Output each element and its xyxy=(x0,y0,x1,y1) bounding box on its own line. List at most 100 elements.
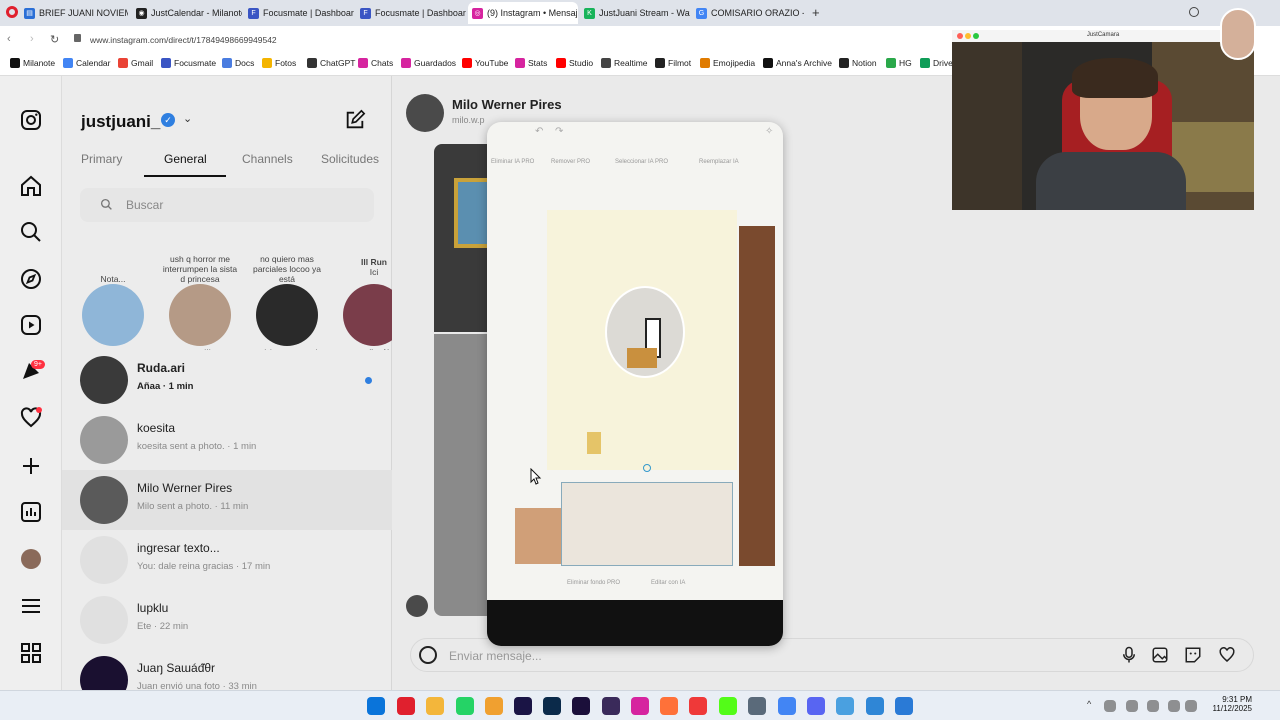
instagram-logo-icon[interactable] xyxy=(19,108,43,132)
message-input[interactable]: Enviar mensaje... xyxy=(449,649,542,663)
bookmark-item[interactable]: Drive xyxy=(920,58,953,68)
browser-tab[interactable]: G COMISARIO ORAZIO - Bu xyxy=(692,2,804,24)
bookmark-item[interactable]: Filmot xyxy=(655,58,691,68)
windows-start-icon[interactable] xyxy=(367,697,385,715)
firefox-icon[interactable] xyxy=(660,697,678,715)
conversation-row[interactable]: ingresar texto... You: dale reina gracias… xyxy=(62,530,392,590)
selection-handle[interactable] xyxy=(643,464,651,472)
browser-tab[interactable]: K JustJuani Stream - Watch xyxy=(580,2,690,24)
bookmark-item[interactable]: Stats xyxy=(515,58,547,68)
profile-avatar[interactable] xyxy=(21,549,41,569)
chrome-icon[interactable] xyxy=(778,697,796,715)
account-chevron-down-icon[interactable]: ⌄ xyxy=(183,112,192,125)
search-box[interactable]: Buscar xyxy=(80,188,374,222)
kick-icon[interactable] xyxy=(719,697,737,715)
bookmark-item[interactable]: Milanote xyxy=(10,58,55,68)
network-icon[interactable] xyxy=(1104,700,1116,712)
editor-tool-button[interactable]: Reemplazar IA xyxy=(699,159,739,165)
mic-tray-icon[interactable] xyxy=(1126,700,1138,712)
inbox-tab[interactable]: General xyxy=(164,152,207,166)
browser-tab[interactable]: ◎ (9) Instagram • Mensajes xyxy=(468,2,578,24)
tray-chevron-icon[interactable]: ^ xyxy=(1087,699,1091,709)
bookmark-item[interactable]: Anna's Archive xyxy=(763,58,832,68)
note-item[interactable]: Ill RunIciSofia🌧 xyxy=(334,250,392,350)
browser-tab[interactable]: F Focusmate | Dashboard xyxy=(244,2,354,24)
tray-clock[interactable]: 9:31 PM 11/12/2025 xyxy=(1208,695,1252,713)
bookmark-item[interactable]: Emojipedia xyxy=(700,58,755,68)
pin-icon[interactable]: ✧ xyxy=(765,126,773,137)
bookmark-item[interactable]: Focusmate xyxy=(161,58,216,68)
note-item[interactable]: no quiero mas parciales locoo ya estáRod… xyxy=(247,250,327,350)
opera-icon[interactable] xyxy=(397,697,415,715)
notepad-icon[interactable] xyxy=(866,697,884,715)
back-icon[interactable]: ‹ xyxy=(7,33,11,45)
reload-icon[interactable]: ↻ xyxy=(50,33,59,46)
forward-icon[interactable]: › xyxy=(30,33,34,45)
conversation-row[interactable]: Milo Werner Pires Milo sent a photo. · 11… xyxy=(62,470,392,530)
explore-compass-icon[interactable] xyxy=(19,267,43,291)
url-field[interactable]: www.instagram.com/direct/t/1784949866994… xyxy=(90,35,277,45)
editor-tool-button[interactable]: Seleccionar IA PRO xyxy=(615,159,668,165)
conversation-row[interactable]: Ruda.ari Añaa · 1 min xyxy=(62,350,392,410)
chat-header-name[interactable]: Milo Werner Pires xyxy=(452,97,562,112)
microphone-icon[interactable] xyxy=(1120,646,1138,664)
reels-icon[interactable] xyxy=(19,313,43,337)
undo-icon[interactable]: ↶ xyxy=(535,126,543,137)
file-explorer-icon[interactable] xyxy=(426,697,444,715)
keyboard-tray-icon[interactable] xyxy=(1147,700,1159,712)
search-icon[interactable] xyxy=(19,220,43,244)
bookmark-item[interactable]: ChatGPT xyxy=(307,58,355,68)
redo-icon[interactable]: ↷ xyxy=(555,126,563,137)
editor-tool-button[interactable]: Eliminar IA PRO xyxy=(491,159,534,165)
bookmark-item[interactable]: YouTube xyxy=(462,58,508,68)
bookmark-item[interactable]: Notion xyxy=(839,58,877,68)
inbox-tab[interactable]: Channels xyxy=(242,152,293,166)
vivaldi-icon[interactable] xyxy=(689,697,707,715)
instagram-app-icon[interactable] xyxy=(631,697,649,715)
create-plus-icon[interactable] xyxy=(19,454,43,478)
bookmark-item[interactable]: Realtime xyxy=(601,58,648,68)
menu-hamburger-icon[interactable] xyxy=(19,594,43,618)
bookmark-item[interactable]: Fotos xyxy=(262,58,296,68)
bookmark-item[interactable]: Chats xyxy=(358,58,393,68)
browser-tab[interactable]: ▤ BRIEF JUANI NOVIEMBRE xyxy=(20,2,128,24)
conversation-row[interactable]: lupklu Ete · 22 min xyxy=(62,590,392,650)
apps-grid-icon[interactable] xyxy=(19,641,43,665)
opera-logo-icon[interactable] xyxy=(6,6,18,18)
image-upload-icon[interactable] xyxy=(1151,646,1169,664)
bookmark-item[interactable]: Gmail xyxy=(118,58,153,68)
bookmark-item[interactable]: Guardados xyxy=(401,58,456,68)
editor-tool-button[interactable]: Remover PRO xyxy=(551,159,590,165)
sticker-icon[interactable] xyxy=(1184,646,1202,664)
browser-tab[interactable]: ◉ JustCalendar - Milanote xyxy=(132,2,242,24)
wifi-icon[interactable] xyxy=(1168,700,1180,712)
new-message-compose-icon[interactable] xyxy=(344,109,366,131)
photoshop-icon[interactable] xyxy=(543,697,561,715)
diamond-app-icon[interactable] xyxy=(836,697,854,715)
bookmark-item[interactable]: HG xyxy=(886,58,912,68)
bookmark-item[interactable]: Studio xyxy=(556,58,593,68)
snipping-tool-icon[interactable] xyxy=(895,697,913,715)
new-tab-button[interactable]: + xyxy=(812,5,820,20)
like-heart-icon[interactable] xyxy=(1217,646,1237,664)
app-icon[interactable] xyxy=(602,697,620,715)
note-item[interactable]: Nota...Tu nota xyxy=(73,250,153,350)
editor-bottom-tool-button[interactable]: Editar con IA xyxy=(651,580,685,586)
inbox-tab[interactable]: Primary xyxy=(81,152,122,166)
security-lock-icon[interactable] xyxy=(74,34,81,42)
search-app-icon[interactable] xyxy=(485,697,503,715)
settings-icon[interactable] xyxy=(748,697,766,715)
whatsapp-icon[interactable] xyxy=(456,697,474,715)
account-username[interactable]: justjuani_ xyxy=(81,112,160,132)
inbox-tab[interactable]: Solicitudes xyxy=(321,152,379,166)
conversation-row[interactable]: Juaŋ Saɯáᵭθr Juan envió una foto · 33 min xyxy=(62,650,392,690)
premiere-icon[interactable] xyxy=(572,697,590,715)
volume-icon[interactable] xyxy=(1185,700,1197,712)
bookmark-item[interactable]: Docs xyxy=(222,58,254,68)
search-tabs-icon[interactable] xyxy=(1189,7,1199,17)
emoji-icon[interactable] xyxy=(419,646,437,664)
after-effects-icon[interactable] xyxy=(514,697,532,715)
photo-viewer[interactable]: ↶ ↷ ✧ Eliminar IA PRO Remover PRO Seleccio… xyxy=(487,122,783,646)
discord-icon[interactable] xyxy=(807,697,825,715)
notifications-heart-icon[interactable] xyxy=(19,406,43,430)
